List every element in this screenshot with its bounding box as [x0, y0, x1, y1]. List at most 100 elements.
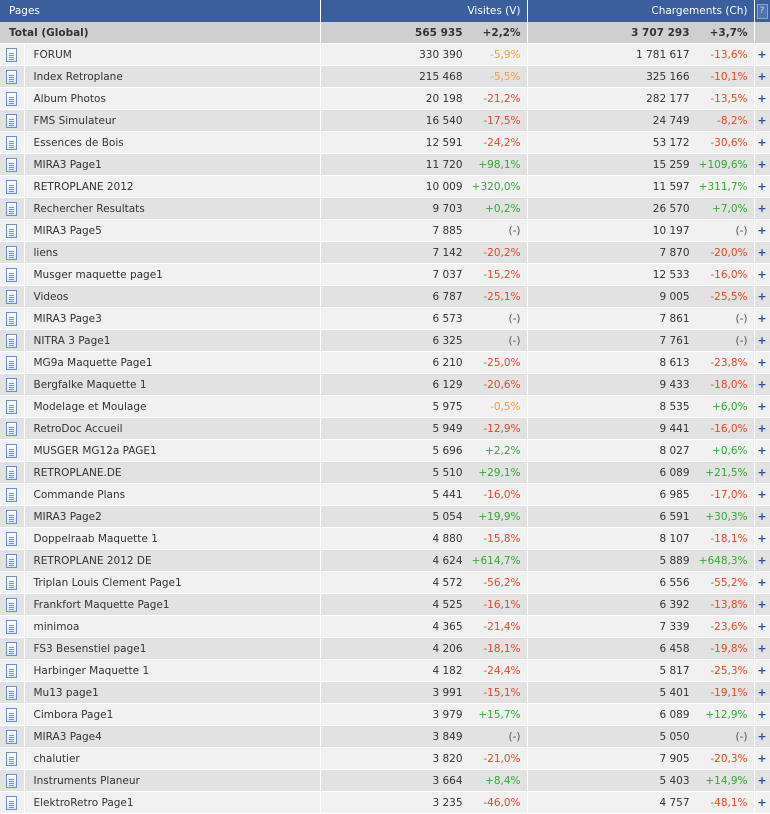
expand-button[interactable]: + [754, 307, 770, 330]
page-icon-cell[interactable] [0, 329, 25, 352]
document-icon[interactable] [6, 707, 18, 722]
expand-button[interactable]: + [754, 483, 770, 506]
plus-icon[interactable]: + [757, 554, 766, 567]
document-icon[interactable] [6, 355, 18, 370]
plus-icon[interactable]: + [757, 466, 766, 479]
page-icon-cell[interactable] [0, 395, 25, 418]
page-icon-cell[interactable] [0, 263, 25, 286]
expand-button[interactable]: + [754, 153, 770, 176]
document-icon[interactable] [6, 751, 18, 766]
page-icon-cell[interactable] [0, 87, 25, 110]
plus-icon[interactable]: + [757, 92, 766, 105]
plus-icon[interactable]: + [757, 400, 766, 413]
plus-icon[interactable]: + [757, 796, 766, 809]
page-icon-cell[interactable] [0, 65, 25, 88]
page-icon-cell[interactable] [0, 483, 25, 506]
page-icon-cell[interactable] [0, 571, 25, 594]
plus-icon[interactable]: + [757, 708, 766, 721]
expand-button[interactable]: + [754, 43, 770, 66]
expand-button[interactable]: + [754, 197, 770, 220]
document-icon[interactable] [6, 377, 18, 392]
plus-icon[interactable]: + [757, 312, 766, 325]
plus-icon[interactable]: + [757, 356, 766, 369]
expand-button[interactable]: + [754, 593, 770, 616]
page-icon-cell[interactable] [0, 351, 25, 374]
page-icon-cell[interactable] [0, 549, 25, 572]
document-icon[interactable] [6, 773, 18, 788]
document-icon[interactable] [6, 201, 18, 216]
expand-button[interactable]: + [754, 527, 770, 550]
document-icon[interactable] [6, 47, 18, 62]
document-icon[interactable] [6, 91, 18, 106]
page-icon-cell[interactable] [0, 461, 25, 484]
help-button[interactable]: ? [754, 0, 770, 22]
page-icon-cell[interactable] [0, 659, 25, 682]
expand-button[interactable]: + [754, 549, 770, 572]
plus-icon[interactable]: + [757, 246, 766, 259]
expand-button[interactable]: + [754, 373, 770, 396]
expand-button[interactable]: + [754, 109, 770, 132]
plus-icon[interactable]: + [757, 598, 766, 611]
plus-icon[interactable]: + [757, 334, 766, 347]
page-icon-cell[interactable] [0, 43, 25, 66]
document-icon[interactable] [6, 487, 18, 502]
page-icon-cell[interactable] [0, 175, 25, 198]
document-icon[interactable] [6, 663, 18, 678]
plus-icon[interactable]: + [757, 752, 766, 765]
expand-button[interactable]: + [754, 87, 770, 110]
plus-icon[interactable]: + [757, 642, 766, 655]
document-icon[interactable] [6, 179, 18, 194]
document-icon[interactable] [6, 135, 18, 150]
page-icon-cell[interactable] [0, 593, 25, 616]
expand-button[interactable]: + [754, 241, 770, 264]
header-visits[interactable]: Visites (V) [320, 0, 528, 22]
header-loads[interactable]: Chargements (Ch) [527, 0, 755, 22]
plus-icon[interactable]: + [757, 730, 766, 743]
page-icon-cell[interactable] [0, 725, 25, 748]
plus-icon[interactable]: + [757, 290, 766, 303]
document-icon[interactable] [6, 69, 18, 84]
page-icon-cell[interactable] [0, 417, 25, 440]
plus-icon[interactable]: + [757, 422, 766, 435]
page-icon-cell[interactable] [0, 747, 25, 770]
page-icon-cell[interactable] [0, 153, 25, 176]
expand-button[interactable]: + [754, 725, 770, 748]
document-icon[interactable] [6, 685, 18, 700]
document-icon[interactable] [6, 553, 18, 568]
expand-button[interactable]: + [754, 703, 770, 726]
expand-button[interactable]: + [754, 659, 770, 682]
expand-button[interactable]: + [754, 285, 770, 308]
plus-icon[interactable]: + [757, 532, 766, 545]
plus-icon[interactable]: + [757, 202, 766, 215]
document-icon[interactable] [6, 399, 18, 414]
page-icon-cell[interactable] [0, 703, 25, 726]
expand-button[interactable]: + [754, 681, 770, 704]
expand-button[interactable]: + [754, 505, 770, 528]
plus-icon[interactable]: + [757, 576, 766, 589]
plus-icon[interactable]: + [757, 158, 766, 171]
document-icon[interactable] [6, 421, 18, 436]
document-icon[interactable] [6, 289, 18, 304]
page-icon-cell[interactable] [0, 681, 25, 704]
document-icon[interactable] [6, 443, 18, 458]
expand-button[interactable]: + [754, 263, 770, 286]
document-icon[interactable] [6, 267, 18, 282]
expand-button[interactable]: + [754, 329, 770, 352]
expand-button[interactable]: + [754, 637, 770, 660]
expand-button[interactable]: + [754, 615, 770, 638]
expand-button[interactable]: + [754, 131, 770, 154]
expand-button[interactable]: + [754, 417, 770, 440]
document-icon[interactable] [6, 531, 18, 546]
expand-button[interactable]: + [754, 439, 770, 462]
document-icon[interactable] [6, 465, 18, 480]
page-icon-cell[interactable] [0, 505, 25, 528]
expand-button[interactable]: + [754, 769, 770, 792]
page-icon-cell[interactable] [0, 307, 25, 330]
page-icon-cell[interactable] [0, 241, 25, 264]
page-icon-cell[interactable] [0, 769, 25, 792]
document-icon[interactable] [6, 113, 18, 128]
plus-icon[interactable]: + [757, 180, 766, 193]
expand-button[interactable]: + [754, 395, 770, 418]
document-icon[interactable] [6, 597, 18, 612]
plus-icon[interactable]: + [757, 268, 766, 281]
